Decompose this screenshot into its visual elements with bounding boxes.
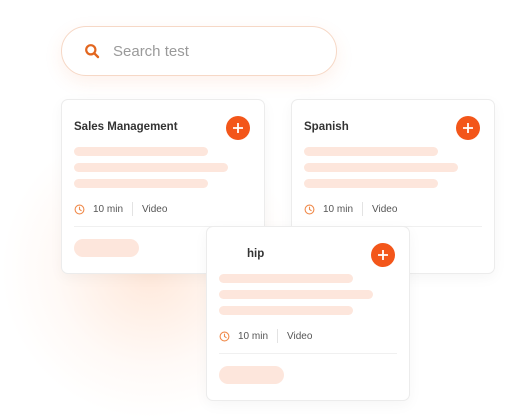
placeholder-line xyxy=(74,147,208,156)
meta-divider xyxy=(277,329,279,343)
course-card[interactable]: hip 10 min Video xyxy=(206,226,410,401)
type-label: Video xyxy=(142,203,168,215)
search-bar[interactable] xyxy=(61,26,337,76)
placeholder-line xyxy=(219,274,353,283)
duration-label: 10 min xyxy=(323,203,354,215)
placeholder-line xyxy=(304,163,458,172)
placeholder-pill xyxy=(219,366,284,384)
placeholder-line xyxy=(304,179,438,188)
add-button[interactable] xyxy=(456,116,480,140)
duration-label: 10 min xyxy=(93,203,124,215)
add-button[interactable] xyxy=(371,243,395,267)
placeholder-pill xyxy=(74,239,139,257)
placeholder-line xyxy=(219,306,353,315)
clock-icon xyxy=(304,204,315,214)
card-meta: 10 min Video xyxy=(304,202,397,216)
meta-divider xyxy=(132,202,134,216)
placeholder-line xyxy=(74,179,208,188)
card-meta: 10 min Video xyxy=(219,329,312,343)
card-meta: 10 min Video xyxy=(74,202,167,216)
placeholder-line xyxy=(74,163,228,172)
search-input[interactable] xyxy=(113,42,313,60)
meta-divider xyxy=(362,202,364,216)
type-label: Video xyxy=(287,330,313,342)
search-icon xyxy=(85,44,100,59)
card-title: Sales Management xyxy=(74,121,178,133)
add-button[interactable] xyxy=(226,116,250,140)
plus-icon xyxy=(233,123,243,133)
duration-label: 10 min xyxy=(238,330,269,342)
type-label: Video xyxy=(372,203,398,215)
card-divider xyxy=(219,353,397,354)
clock-icon xyxy=(219,331,230,341)
placeholder-line xyxy=(219,290,373,299)
card-title: Spanish xyxy=(304,121,349,133)
clock-icon xyxy=(74,204,85,214)
plus-icon xyxy=(378,250,388,260)
placeholder-line xyxy=(304,147,438,156)
card-title: hip xyxy=(247,248,265,260)
plus-icon xyxy=(463,123,473,133)
